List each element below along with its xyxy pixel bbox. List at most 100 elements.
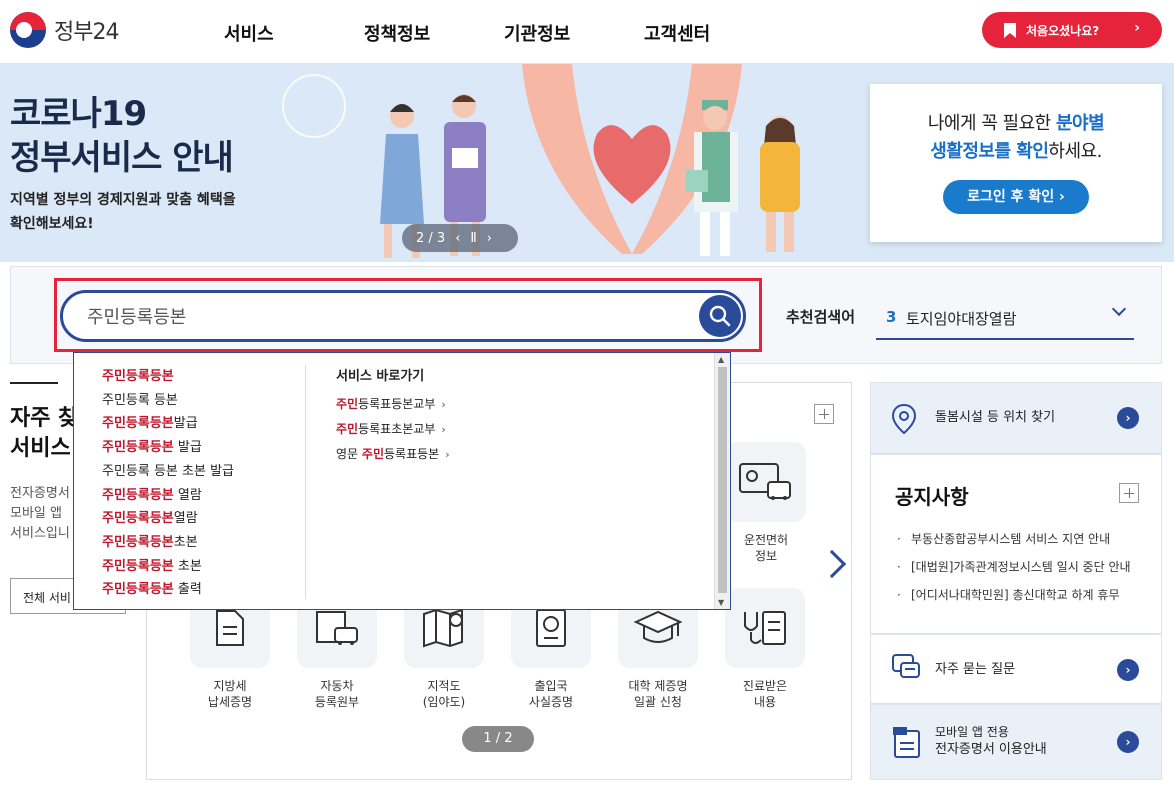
first-visit-button[interactable]: 처음오셨나요? › [982,12,1162,48]
login-card-message: 나에게 꼭 필요한 분야별 생활정보를 확인하세요. [870,110,1162,166]
service-item[interactable]: 운전면허 정보 [716,442,816,564]
chevron-right-icon[interactable]: › [1117,407,1139,429]
dropdown-scrollbar[interactable]: ▲ ▼ [714,353,730,609]
faq-card[interactable]: 자주 묻는 질문 › [870,634,1162,704]
banner-slider-control: 2 / 3 ‹ Ⅱ › [402,224,518,252]
search-button[interactable] [699,295,741,337]
mobile-certificate-card[interactable]: 모바일 앱 전용 전자증명서 이용안내 › [870,704,1162,780]
banner-title-line2: 정부서비스 안내 [10,138,234,178]
search-input[interactable] [87,303,647,329]
recommend-keyword-select[interactable]: 3 토지임야대장열람 [876,296,1134,340]
service-label-line2: 일괄 신청 [634,695,682,709]
shortcut-prefix: 영문 [336,447,362,461]
suggestion-item[interactable]: 주민등록 등본 [102,389,234,413]
sun-illustration [282,74,346,138]
service-label: 지방세 납세증명 [180,678,280,710]
faq-label: 자주 묻는 질문 [935,662,1016,677]
shortcut-list: 주민등록표등본교부 › 주민등록표초본교부 › 영문 주민등록표등본 › [336,392,450,467]
service-label: 운전면허 정보 [716,532,816,564]
next-slide-icon[interactable]: › [487,231,492,246]
suggestion-rest: 주민등록 등본 [102,392,178,408]
more-notices-button[interactable] [1119,483,1139,503]
logo-text: 정부24 [54,20,119,45]
suggestion-item[interactable]: 주민등록등본 발급 [102,436,234,460]
scroll-up-icon[interactable]: ▲ [718,355,724,364]
suggestion-item[interactable]: 주민등록등본 [102,365,234,389]
nav-agency-info[interactable]: 기관정보 [504,20,644,46]
services-pager[interactable]: 1 / 2 [462,726,534,752]
chevron-down-icon[interactable] [1111,301,1127,317]
suggestion-item[interactable]: 주민등록등본열람 [102,507,234,531]
suggestion-item[interactable]: 주민등록등본발급 [102,412,234,436]
scrollbar-thumb[interactable] [718,367,727,593]
suggestion-match: 주민등록등본 [102,440,174,456]
suggestion-item[interactable]: 주민등록 등본 초본 발급 [102,460,234,484]
first-visit-label: 처음오셨나요? [1026,23,1100,38]
notice-item[interactable]: [어디서나대학민원] 총신대학교 하계 휴무 [895,581,1145,609]
shortcut-title: 서비스 바로가기 [336,369,425,384]
suggestion-item[interactable]: 주민등록등본 초본 [102,555,234,579]
suggestion-rest: 열람 [173,487,202,503]
slide-counter: 2 / 3 [416,230,446,246]
scroll-down-icon[interactable]: ▼ [718,598,724,607]
shortcut-rest: 등록표초본교부 [358,422,436,436]
service-label-line2: (임야도) [422,695,466,709]
msg-highlight-1: 분야별 [1055,113,1105,134]
service-label-line2: 정보 [754,549,778,563]
more-services-button[interactable] [814,404,834,424]
shortcut-match: 주민 [361,447,384,461]
shortcut-item[interactable]: 주민등록표등본교부 › [336,392,450,417]
frequent-services-desc: 전자증명서 모바일 앱 서비스입니 [10,484,70,544]
recommend-keyword[interactable]: 토지임야대장열람 [906,308,1016,329]
login-info-card: 나에게 꼭 필요한 분야별 생활정보를 확인하세요. 로그인 후 확인 › [870,84,1162,242]
nav-services[interactable]: 서비스 [224,20,364,46]
left-desc-line1: 전자증명서 [10,486,70,501]
driver-license-icon [726,442,806,522]
service-label-line1: 운전면허 [743,533,789,547]
login-check-button[interactable]: 로그인 후 확인 › [943,180,1089,214]
frequent-services-title: 자주 찾 서비스 [10,404,78,464]
nav-customer-center[interactable]: 고객센터 [644,20,784,46]
suggestion-item[interactable]: 주민등록등본 출력 [102,578,234,602]
shortcut-item[interactable]: 주민등록표초본교부 › [336,417,450,442]
notice-item[interactable]: 부동산종합공부시스템 서비스 지연 안내 [895,525,1145,553]
mobile-cert-line2: 전자증명서 이용안내 [935,742,1047,757]
pause-icon[interactable]: Ⅱ [470,231,476,246]
service-label: 자동차 등록원부 [287,678,387,710]
banner-sub-line1: 지역별 정부의 경제지원과 맞춤 혜택을 [10,192,236,208]
service-shortcuts: 서비스 바로가기 주민등록표등본교부 › 주민등록표초본교부 › 영문 주민등록표등… [336,365,450,467]
service-label-line1: 지적도 [427,679,461,693]
recommend-label: 추천검색어 [786,308,856,326]
prev-slide-icon[interactable]: ‹ [455,231,460,246]
shortcut-match: 주민 [336,397,359,411]
bookmark-icon [1004,22,1016,38]
notice-item[interactable]: [대법원]가족관계정보시스템 일시 중단 안내 [895,553,1145,581]
suggestion-rest: 발급 [173,440,202,456]
care-facility-card[interactable]: 돌봄시설 등 위치 찾기 › [870,382,1162,454]
suggestion-item[interactable]: 주민등록등본초본 [102,531,234,555]
logo[interactable]: 정부24 [10,12,119,48]
login-check-label: 로그인 후 확인 [967,189,1055,205]
notice-list: 부동산종합공부시스템 서비스 지연 안내 [대법원]가족관계정보시스템 일시 중… [895,525,1145,609]
chevron-right-icon[interactable]: › [1117,731,1139,753]
suggestion-match: 주민등록등본 [102,534,174,550]
service-label-line1: 출입국 [534,679,568,693]
suggestion-rest: 출력 [173,582,202,598]
chevron-right-icon: › [1134,20,1140,36]
msg-pre: 나에게 꼭 필요한 [927,113,1051,134]
worker-illustration [686,100,738,256]
stethoscope-icon [725,588,805,668]
chevron-right-icon[interactable]: › [1117,659,1139,681]
msg-post: 하세요. [1048,141,1102,162]
suggestion-item[interactable]: 주민등록등본 열람 [102,484,234,508]
service-label: 대학 제증명 일괄 신청 [608,678,708,710]
recommend-rank: 3 [886,308,897,326]
shortcut-item[interactable]: 영문 주민등록표등본 › [336,442,450,467]
notice-card: 공지사항 부동산종합공부시스템 서비스 지연 안내 [대법원]가족관계정보시스템… [870,454,1162,634]
chevron-right-icon: › [441,398,446,411]
nav-policy-info[interactable]: 정책정보 [364,20,504,46]
suggestion-match: 주민등록등본 [102,511,174,527]
left-title-line2: 서비스 [10,436,71,461]
left-desc-line2: 모바일 앱 [10,506,62,521]
service-label-line1: 자동차 [320,679,354,693]
